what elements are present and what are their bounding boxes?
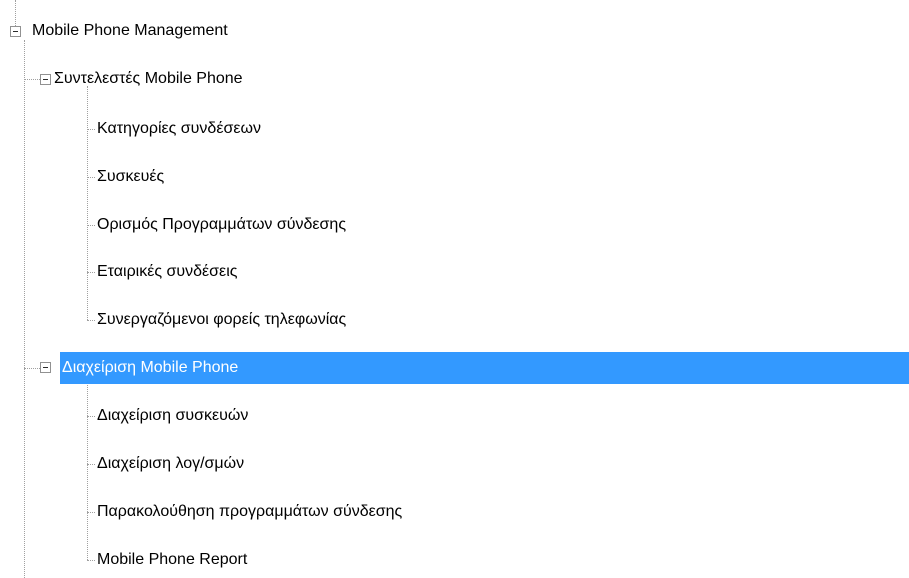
tree-line-root-trunk (15, 0, 16, 26)
tree-node-corporate-connections[interactable]: Εταιρικές συνδέσεις (95, 256, 241, 288)
tree-node-mobile-phone-report[interactable]: Mobile Phone Report (95, 544, 251, 576)
tree-node-label: Διαχείριση συσκευών (97, 407, 249, 424)
collapse-group-icon[interactable] (40, 74, 51, 85)
tree-line-group2 (87, 376, 88, 560)
tree-line (87, 560, 95, 561)
tree-node-label: Ορισμός Προγραμμάτων σύνδεσης (97, 216, 347, 233)
tree-node-device-management[interactable]: Διαχείριση συσκευών (95, 400, 252, 432)
collapse-group-icon[interactable] (40, 362, 51, 373)
tree-line (87, 272, 95, 273)
tree-node-mobile-phone-factors[interactable]: Συντελεστές Mobile Phone (52, 63, 247, 95)
tree-node-program-monitoring[interactable]: Παρακολούθηση προγραμμάτων σύνδεσης (95, 496, 406, 528)
tree-view: Mobile Phone Management Συντελεστές Mobi… (0, 0, 909, 578)
tree-line (87, 320, 95, 321)
tree-line (87, 129, 95, 130)
tree-node-label: Παρακολούθηση προγραμμάτων σύνδεσης (97, 503, 403, 520)
tree-node-label: Mobile Phone Report (97, 551, 248, 568)
tree-line-group1 (87, 86, 88, 320)
tree-node-connection-categories[interactable]: Κατηγορίες συνδέσεων (95, 113, 265, 145)
tree-node-mobile-phone-management-selected[interactable]: Διαχείριση Mobile Phone (60, 352, 909, 384)
tree-line (24, 368, 40, 369)
tree-node-label: Συσκευές (97, 168, 165, 185)
tree-node-label: Συντελεστές Mobile Phone (54, 70, 243, 87)
tree-node-telephony-carriers[interactable]: Συνεργαζόμενοι φορείς τηλεφωνίας (95, 304, 350, 336)
tree-line (87, 225, 95, 226)
tree-node-label: Συνεργαζόμενοι φορείς τηλεφωνίας (97, 311, 347, 328)
tree-node-label: Διαχείριση Mobile Phone (62, 359, 239, 376)
tree-node-label: Mobile Phone Management (32, 22, 228, 39)
collapse-root-icon[interactable] (10, 26, 21, 37)
tree-node-label: Κατηγορίες συνδέσεων (97, 120, 261, 137)
tree-node-account-management[interactable]: Διαχείριση λογ/σμών (95, 448, 248, 480)
tree-line-root-children (24, 40, 25, 578)
tree-node-devices[interactable]: Συσκευές (95, 161, 168, 193)
tree-line (87, 177, 95, 178)
tree-node-root[interactable]: Mobile Phone Management (30, 15, 232, 47)
tree-line (87, 416, 95, 417)
tree-node-label: Διαχείριση λογ/σμών (97, 455, 245, 472)
tree-line (24, 79, 40, 80)
tree-line (87, 464, 95, 465)
tree-node-label: Εταιρικές συνδέσεις (97, 263, 238, 280)
tree-node-connection-programs[interactable]: Ορισμός Προγραμμάτων σύνδεσης (95, 209, 350, 241)
tree-line (87, 512, 95, 513)
